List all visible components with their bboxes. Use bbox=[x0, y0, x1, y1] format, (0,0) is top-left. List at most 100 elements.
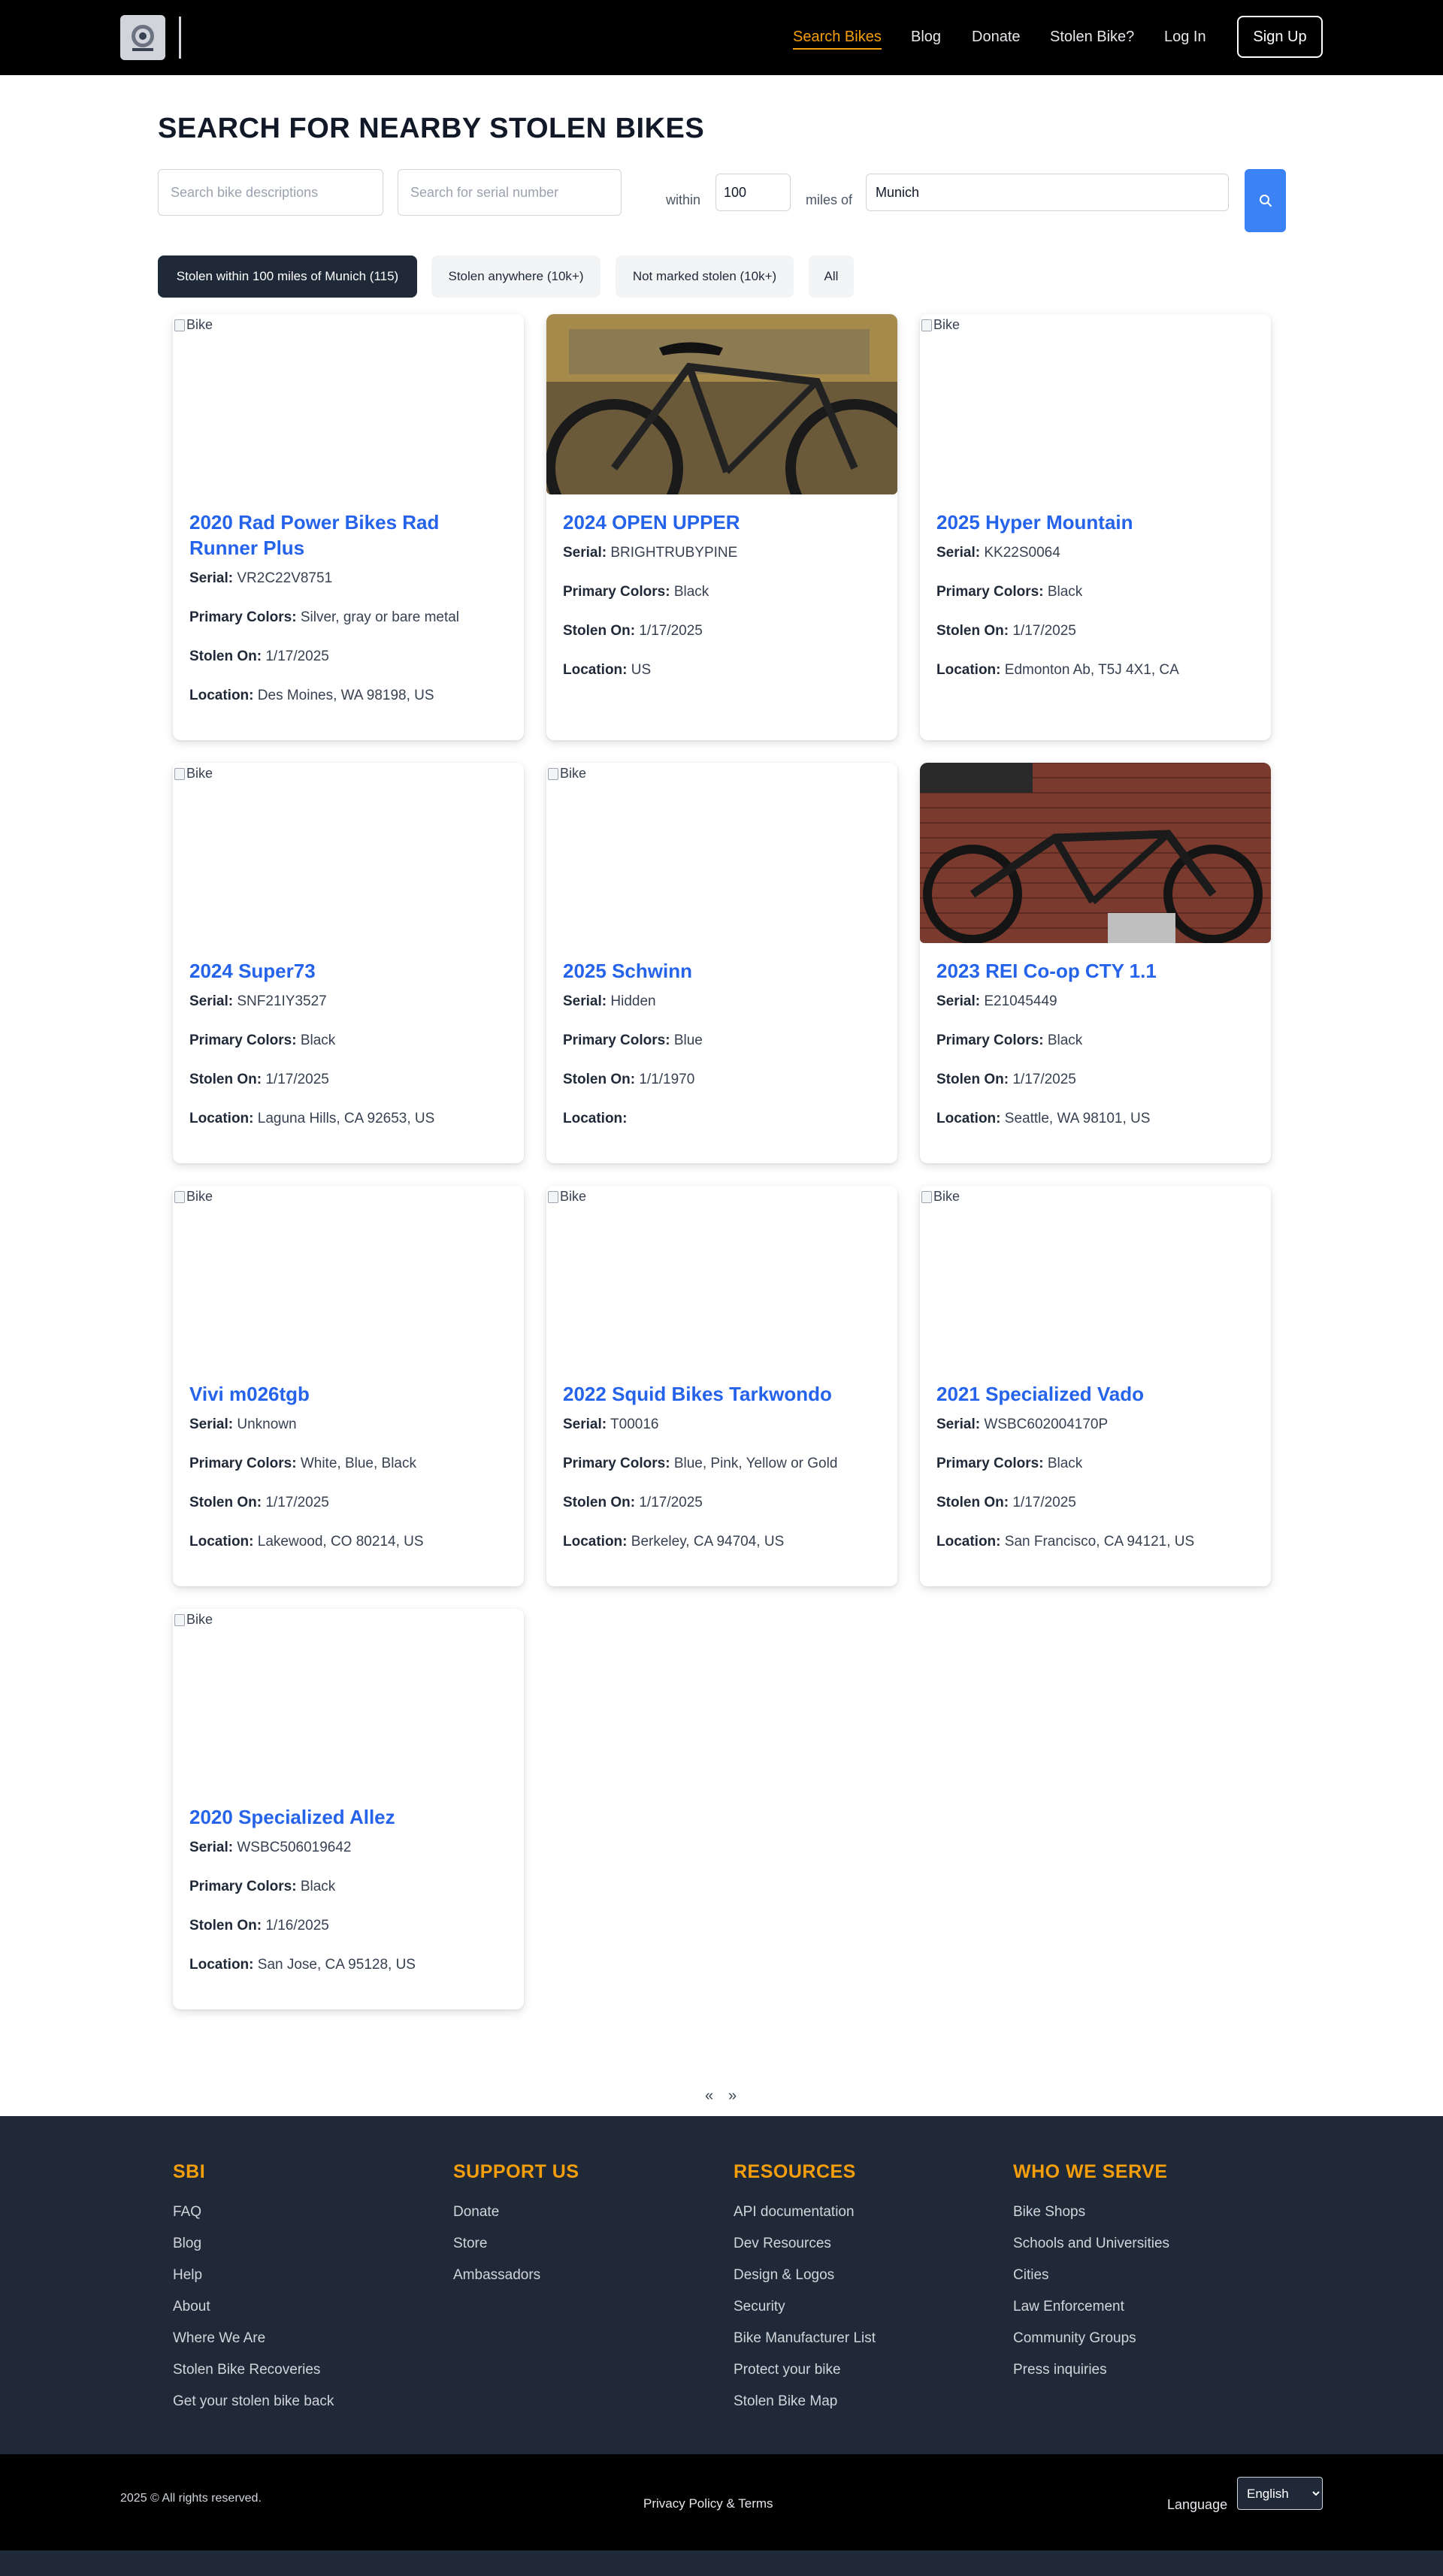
nav-donate[interactable]: Donate bbox=[972, 27, 1021, 47]
footer-link[interactable]: Ambassadors bbox=[453, 2267, 579, 2284]
bike-title[interactable]: 2024 Super73 bbox=[189, 958, 507, 984]
tab-not-marked-stolen[interactable]: Not marked stolen (10k+) bbox=[616, 255, 794, 298]
page: Search Bikes Blog Donate Stolen Bike? Lo… bbox=[0, 0, 1443, 2576]
bike-title[interactable]: 2023 REI Co-op CTY 1.1 bbox=[936, 958, 1254, 984]
bike-title[interactable]: 2022 Squid Bikes Tarkwondo bbox=[563, 1381, 881, 1407]
footer-link[interactable]: Bike Shops bbox=[1013, 2204, 1169, 2221]
footer-link[interactable]: Law Enforcement bbox=[1013, 2299, 1169, 2315]
nav-stolen-bike[interactable]: Stolen Bike? bbox=[1050, 27, 1134, 47]
tab-stolen-anywhere[interactable]: Stolen anywhere (10k+) bbox=[431, 255, 600, 298]
footer-link[interactable]: Dev Resources bbox=[734, 2236, 876, 2252]
bike-stolen-on: Stolen On: 1/16/2025 bbox=[189, 1918, 329, 1934]
bike-colors: Primary Colors: Black bbox=[563, 584, 709, 600]
bike-image[interactable]: Bike bbox=[546, 1186, 897, 1366]
broken-image-icon bbox=[174, 1613, 185, 1626]
bike-card[interactable]: Bike 2025 Hyper Mountain Serial: KK22S0064… bbox=[920, 314, 1271, 740]
footer-link[interactable]: Bike Manufacturer List bbox=[734, 2330, 876, 2347]
footer-heading: WHO WE SERVE bbox=[1013, 2161, 1168, 2182]
footer-link[interactable]: Where We Are bbox=[173, 2330, 334, 2347]
footer-link[interactable]: Security bbox=[734, 2299, 876, 2315]
logo-divider bbox=[179, 17, 181, 59]
bike-location: Location: Berkeley, CA 94704, US bbox=[563, 1534, 785, 1550]
bike-location: Location: San Francisco, CA 94121, US bbox=[936, 1534, 1195, 1550]
footer-link[interactable]: About bbox=[173, 2299, 334, 2315]
sign-up-button[interactable]: Sign Up bbox=[1237, 16, 1323, 58]
bike-colors: Primary Colors: Black bbox=[936, 1033, 1083, 1048]
bike-card[interactable]: Bike 2020 Rad Power Bikes Rad Runner Plus… bbox=[173, 314, 524, 740]
bike-card[interactable]: Bike Vivi m026tgb Serial: Unknown Primary C… bbox=[173, 1186, 524, 1586]
bike-location: Location: Des Moines, WA 98198, US bbox=[189, 688, 434, 703]
site-logo[interactable] bbox=[120, 15, 165, 60]
bike-image[interactable]: Bike bbox=[920, 314, 1271, 494]
bike-card[interactable]: Bike 2024 Super73 Serial: SNF21IY3527 Prima… bbox=[173, 763, 524, 1163]
footer-link[interactable]: Store bbox=[453, 2236, 579, 2252]
within-label: within bbox=[666, 192, 701, 207]
footer-link[interactable]: Schools and Universities bbox=[1013, 2236, 1169, 2252]
bike-colors: Primary Colors: Black bbox=[936, 1456, 1083, 1471]
bike-stolen-on: Stolen On: 1/17/2025 bbox=[936, 1072, 1076, 1087]
footer-link[interactable]: Stolen Bike Recoveries bbox=[173, 2362, 334, 2378]
bike-location: Location: San Jose, CA 95128, US bbox=[189, 1957, 416, 1973]
bike-colors: Primary Colors: Black bbox=[189, 1033, 336, 1048]
language-select[interactable]: English bbox=[1237, 2477, 1323, 2510]
bike-card[interactable]: 2024 OPEN UPPER Serial: BRIGHTRUBYPINE Pri… bbox=[546, 314, 897, 740]
footer-link[interactable]: Design & Logos bbox=[734, 2267, 876, 2284]
nav-log-in[interactable]: Log In bbox=[1164, 27, 1206, 47]
bike-image[interactable] bbox=[546, 314, 897, 494]
footer-link[interactable]: Get your stolen bike back bbox=[173, 2393, 334, 2410]
bike-title[interactable]: 2025 Schwinn bbox=[563, 958, 881, 984]
location-input[interactable] bbox=[866, 174, 1229, 211]
bike-title[interactable]: 2021 Specialized Vado bbox=[936, 1381, 1254, 1407]
bike-image[interactable]: Bike bbox=[920, 1186, 1271, 1366]
bike-stolen-on: Stolen On: 1/1/1970 bbox=[563, 1072, 695, 1087]
bike-image[interactable]: Bike bbox=[173, 1186, 524, 1366]
bike-stolen-on: Stolen On: 1/17/2025 bbox=[189, 1495, 329, 1510]
site-footer: SBI FAQ Blog Help About Where We Are Stolen Bi… bbox=[0, 2116, 1443, 2454]
footer-link[interactable]: FAQ bbox=[173, 2204, 334, 2221]
footer-link[interactable]: Blog bbox=[173, 2236, 334, 2252]
bike-image[interactable]: Bike bbox=[173, 1609, 524, 1789]
tab-all[interactable]: All bbox=[809, 255, 854, 298]
bike-image[interactable]: Bike bbox=[173, 763, 524, 943]
bike-card[interactable]: Bike 2022 Squid Bikes Tarkwondo Serial: T0… bbox=[546, 1186, 897, 1586]
footer-heading: RESOURCES bbox=[734, 2161, 856, 2182]
bike-title[interactable]: 2024 OPEN UPPER bbox=[563, 509, 881, 535]
bike-title[interactable]: Vivi m026tgb bbox=[189, 1381, 507, 1407]
privacy-terms-link[interactable]: Privacy Policy & Terms bbox=[643, 2496, 773, 2511]
bike-card[interactable]: Bike 2025 Schwinn Serial: Hidden Primary Co… bbox=[546, 763, 897, 1163]
search-button[interactable] bbox=[1245, 169, 1286, 232]
bike-card[interactable]: Bike 2021 Specialized Vado Serial: WSBC602… bbox=[920, 1186, 1271, 1586]
pagination-prev[interactable]: « bbox=[705, 2088, 713, 2105]
bike-card[interactable]: Bike 2020 Specialized Allez Serial: WSBC50… bbox=[173, 1609, 524, 2009]
footer-link[interactable]: Donate bbox=[453, 2204, 579, 2221]
footer-link[interactable]: Stolen Bike Map bbox=[734, 2393, 876, 2410]
miles-of-label: miles of bbox=[806, 192, 853, 207]
broken-image-alt: Bike bbox=[174, 1189, 213, 1205]
serial-search-input[interactable] bbox=[398, 169, 622, 216]
footer-link[interactable]: Cities bbox=[1013, 2267, 1169, 2284]
footer-link[interactable]: Protect your bike bbox=[734, 2362, 876, 2378]
bike-card[interactable]: 2023 REI Co-op CTY 1.1 Serial: E21045449 P… bbox=[920, 763, 1271, 1163]
distance-input[interactable] bbox=[715, 174, 791, 211]
tab-stolen-nearby[interactable]: Stolen within 100 miles of Munich (115) bbox=[158, 255, 417, 298]
top-navbar: Search Bikes Blog Donate Stolen Bike? Lo… bbox=[0, 0, 1443, 75]
nav-blog[interactable]: Blog bbox=[911, 27, 941, 47]
footer-link[interactable]: Community Groups bbox=[1013, 2330, 1169, 2347]
bike-serial: Serial: WSBC506019642 bbox=[189, 1840, 352, 1855]
description-search-input[interactable] bbox=[158, 169, 383, 216]
bike-title[interactable]: 2020 Rad Power Bikes Rad Runner Plus bbox=[189, 509, 507, 561]
bike-location: Location: US bbox=[563, 662, 652, 678]
footer-link[interactable]: Help bbox=[173, 2267, 334, 2284]
bike-serial: Serial: Hidden bbox=[563, 993, 656, 1009]
bike-stolen-on: Stolen On: 1/17/2025 bbox=[936, 1495, 1076, 1510]
pagination-next[interactable]: » bbox=[728, 2088, 737, 2105]
bike-image[interactable]: Bike bbox=[546, 763, 897, 943]
footer-link[interactable]: Press inquiries bbox=[1013, 2362, 1169, 2378]
broken-image-alt: Bike bbox=[921, 317, 960, 333]
bike-image[interactable]: Bike bbox=[173, 314, 524, 494]
bike-title[interactable]: 2025 Hyper Mountain bbox=[936, 509, 1254, 535]
footer-link[interactable]: API documentation bbox=[734, 2204, 876, 2221]
nav-search-bikes[interactable]: Search Bikes bbox=[793, 27, 882, 50]
bike-image[interactable] bbox=[920, 763, 1271, 943]
bike-title[interactable]: 2020 Specialized Allez bbox=[189, 1804, 507, 1830]
